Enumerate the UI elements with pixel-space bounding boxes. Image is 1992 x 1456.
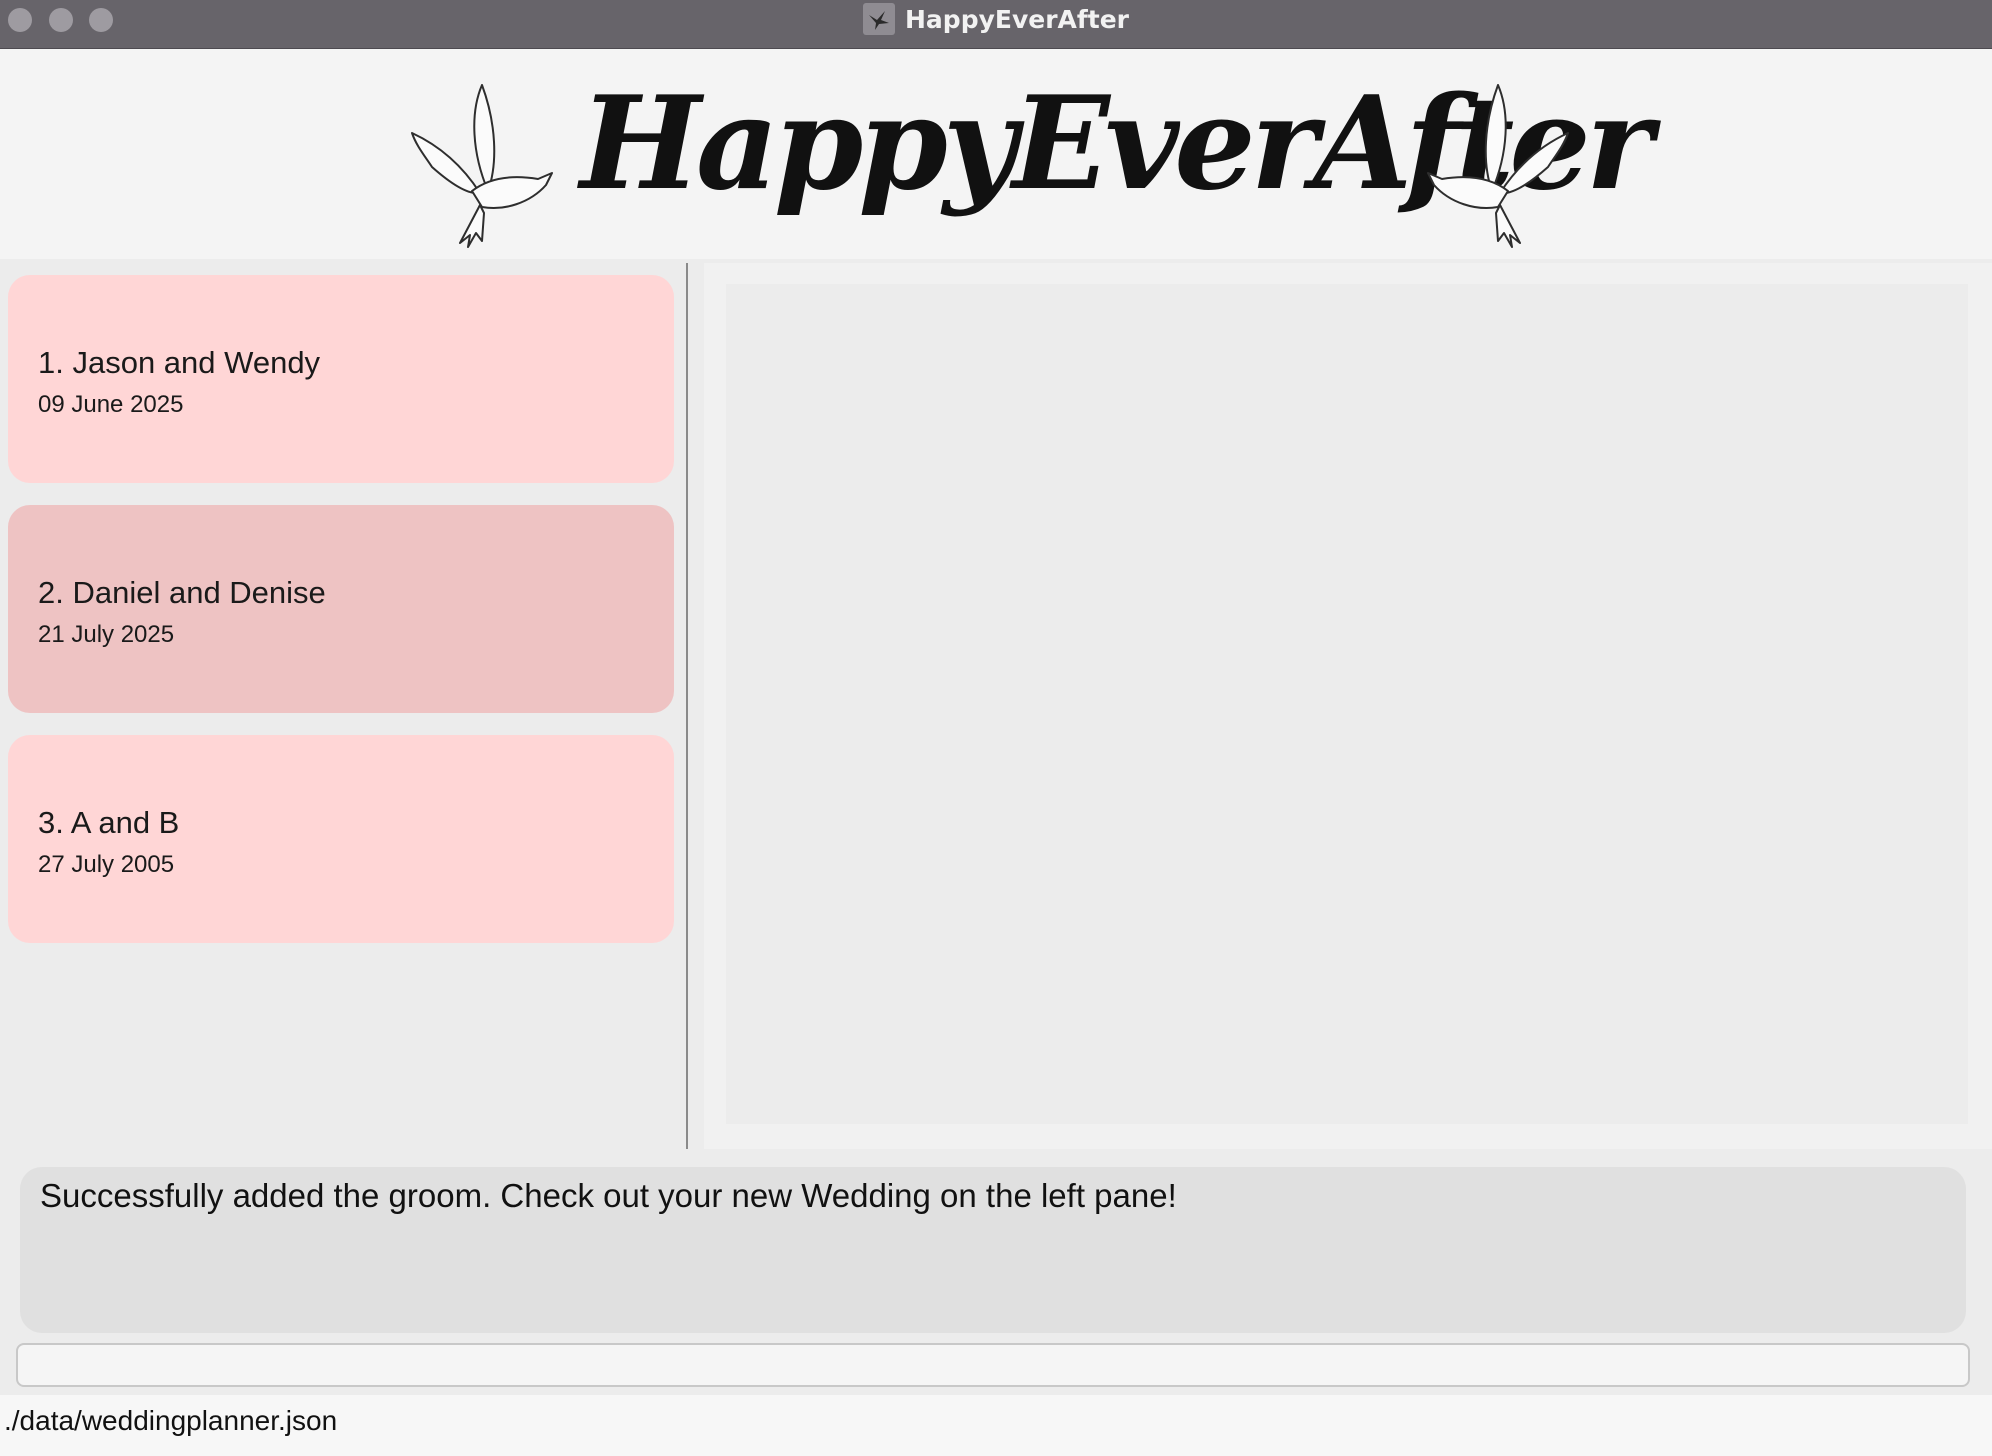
wedding-date: 21 July 2025 [38,621,175,648]
pane-divider[interactable] [686,263,688,1149]
wedding-date: 27 July 2005 [38,851,175,878]
app-header: HappyEverAfter [0,49,1992,259]
command-input[interactable] [16,1343,1970,1387]
status-bar: ./data/weddingplanner.json [0,1395,1992,1456]
logo: HappyEverAfter [410,63,1653,253]
dove-icon [863,3,895,35]
wedding-list-pane: 1. Jason and Wendy 09 June 2025 2. Danie… [0,263,686,1149]
window-titlebar: HappyEverAfter [0,0,1992,49]
result-message: Successfully added the groom. Check out … [40,1177,1177,1214]
window-title: HappyEverAfter [905,4,1129,34]
wedding-detail-panel [726,284,1968,1124]
wedding-card[interactable]: 3. A and B 27 July 2005 [8,735,674,943]
wedding-title: 2. Daniel and Denise [38,575,326,610]
wedding-date: 09 June 2025 [38,391,184,418]
wedding-card-selected[interactable]: 2. Daniel and Denise 21 July 2025 [8,505,674,713]
wedding-title: 3. A and B [38,805,180,840]
wedding-card[interactable]: 1. Jason and Wendy 09 June 2025 [8,275,674,483]
wedding-title: 1. Jason and Wendy [38,345,321,380]
result-display: Successfully added the groom. Check out … [20,1167,1966,1333]
dove-icon [411,84,553,248]
dove-icon [1427,84,1569,248]
save-file-path: ./data/weddingplanner.json [4,1405,338,1436]
